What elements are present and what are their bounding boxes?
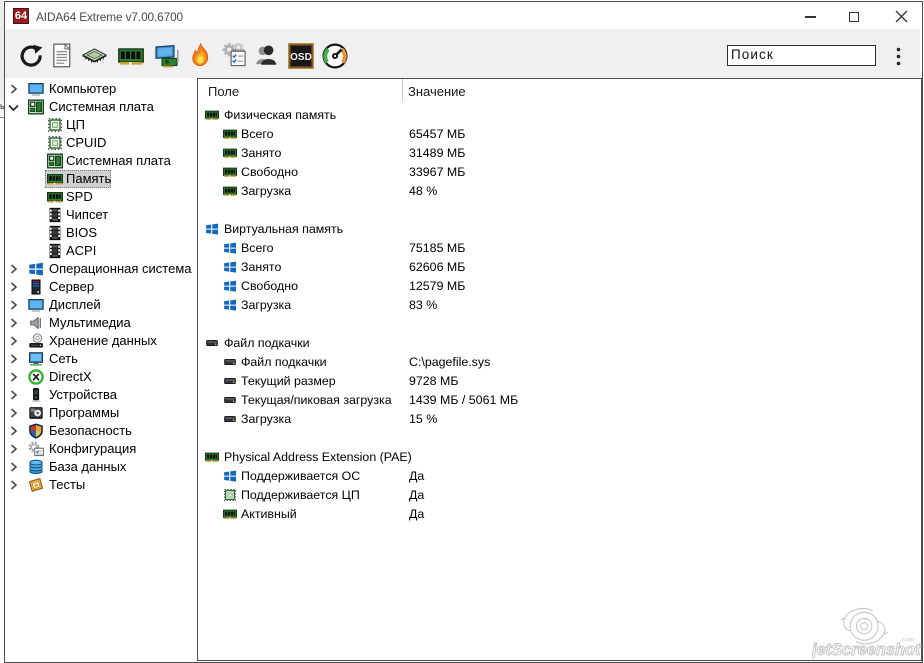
svg-text:OSD: OSD (290, 52, 312, 63)
svg-text:.com: .com (900, 637, 915, 644)
svg-text:jetScreenshot: jetScreenshot (812, 641, 922, 659)
